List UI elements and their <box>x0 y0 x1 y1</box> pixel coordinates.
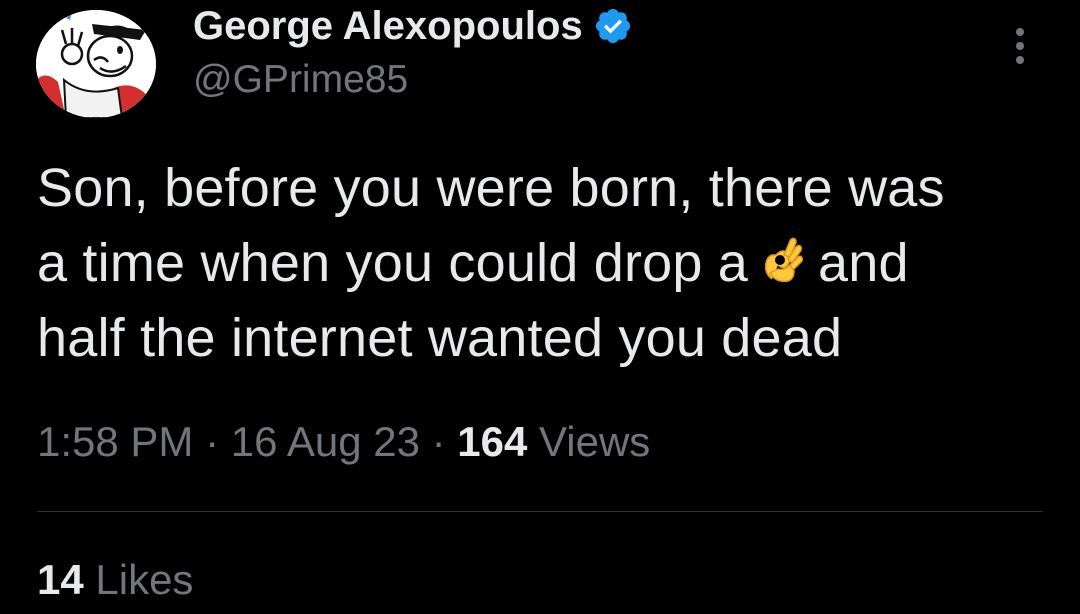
meta-separator: · <box>193 418 231 465</box>
ok-hand-emoji-icon <box>754 233 810 289</box>
more-dot-icon <box>1016 42 1024 50</box>
tweet-card: George Alexopoulos @GPrime85 Son, before… <box>0 0 1080 614</box>
meta-separator: · <box>419 418 458 465</box>
tweet-text-line: a time when you could drop a and <box>37 226 1047 301</box>
likes-stat[interactable]: 14 Likes <box>37 556 193 604</box>
display-name[interactable]: George Alexopoulos <box>193 4 583 49</box>
tweet-text: Son, before you were born, there was a t… <box>37 151 1047 376</box>
likes-label: Likes <box>83 556 194 603</box>
tweet-text-segment: a time when you could drop a <box>37 233 749 293</box>
views-count: 164 <box>457 418 528 465</box>
more-dot-icon <box>1016 56 1024 64</box>
avatar[interactable] <box>36 10 156 118</box>
tweet-meta: 1:58 PM · 16 Aug 23 · 164 Views <box>37 418 650 466</box>
more-dot-icon <box>1016 28 1024 36</box>
tweet-text-line: Son, before you were born, there was <box>37 158 945 218</box>
tweet-time[interactable]: 1:58 PM <box>37 418 193 465</box>
views-label: Views <box>527 418 651 465</box>
author-handle[interactable]: @GPrime85 <box>193 58 408 102</box>
author-name-row[interactable]: George Alexopoulos <box>193 2 633 50</box>
likes-count: 14 <box>37 556 84 603</box>
verified-badge-icon <box>593 6 633 46</box>
tweet-date[interactable]: 16 Aug 23 <box>231 418 420 465</box>
cartoon-chef-avatar-icon <box>36 10 156 118</box>
tweet-text-segment: and <box>818 233 909 293</box>
divider <box>37 511 1043 512</box>
tweet-text-line: half the internet wanted you dead <box>37 308 843 368</box>
more-options-button[interactable] <box>1002 24 1038 68</box>
